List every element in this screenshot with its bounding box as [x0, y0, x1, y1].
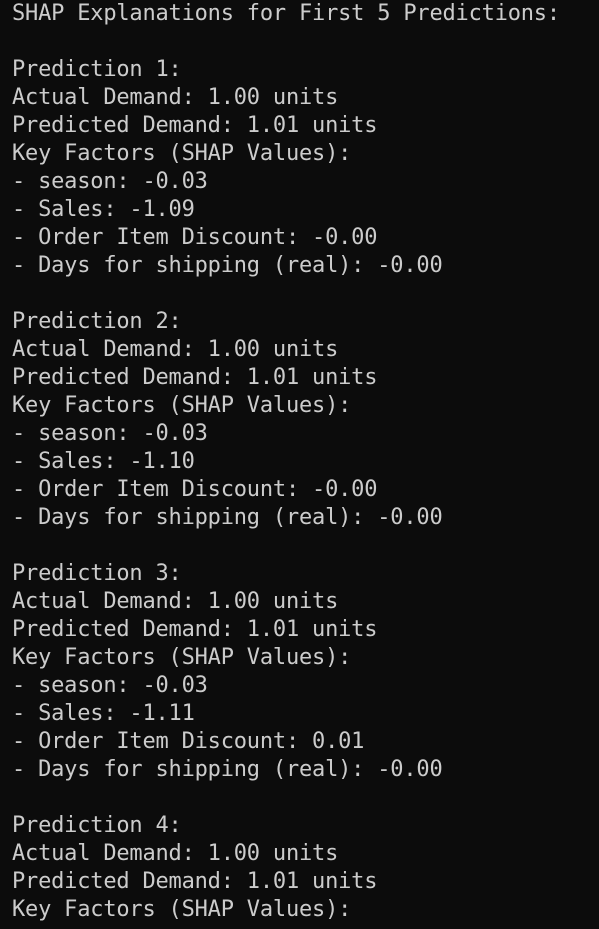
- factor-line: - Sales: -1.11: [12, 701, 195, 726]
- actual-demand: Actual Demand: 1.00 units: [12, 85, 339, 110]
- predicted-demand: Predicted Demand: 1.01 units: [12, 365, 378, 390]
- key-factors-header: Key Factors (SHAP Values):: [12, 897, 352, 922]
- prediction-title: Prediction 1:: [12, 57, 182, 82]
- factor-line: - Order Item Discount: 0.01: [12, 729, 365, 754]
- factor-line: - Sales: -1.09: [12, 197, 195, 222]
- key-factors-header: Key Factors (SHAP Values):: [12, 141, 352, 166]
- prediction-title: Prediction 3:: [12, 561, 182, 586]
- factor-line: - season: -0.03: [12, 169, 208, 194]
- factor-line: - season: -0.03: [12, 421, 208, 446]
- factor-line: - Days for shipping (real): -0.00: [12, 505, 443, 530]
- predicted-demand: Predicted Demand: 1.01 units: [12, 869, 378, 894]
- factor-line: - Order Item Discount: -0.00: [12, 477, 378, 502]
- actual-demand: Actual Demand: 1.00 units: [12, 589, 339, 614]
- key-factors-header: Key Factors (SHAP Values):: [12, 645, 352, 670]
- factor-line: - season: -0.03: [12, 673, 208, 698]
- predicted-demand: Predicted Demand: 1.01 units: [12, 113, 378, 138]
- factor-line: - Order Item Discount: -0.00: [12, 225, 378, 250]
- actual-demand: Actual Demand: 1.00 units: [12, 337, 339, 362]
- factor-line: - Sales: -1.10: [12, 449, 195, 474]
- output-header: SHAP Explanations for First 5 Prediction…: [12, 1, 560, 26]
- terminal-output: SHAP Explanations for First 5 Prediction…: [0, 0, 599, 929]
- prediction-title: Prediction 4:: [12, 813, 182, 838]
- factor-line: - Days for shipping (real): -0.00: [12, 253, 443, 278]
- factor-line: - Days for shipping (real): -0.00: [12, 757, 443, 782]
- actual-demand: Actual Demand: 1.00 units: [12, 841, 339, 866]
- predicted-demand: Predicted Demand: 1.01 units: [12, 617, 378, 642]
- prediction-title: Prediction 2:: [12, 309, 182, 334]
- key-factors-header: Key Factors (SHAP Values):: [12, 393, 352, 418]
